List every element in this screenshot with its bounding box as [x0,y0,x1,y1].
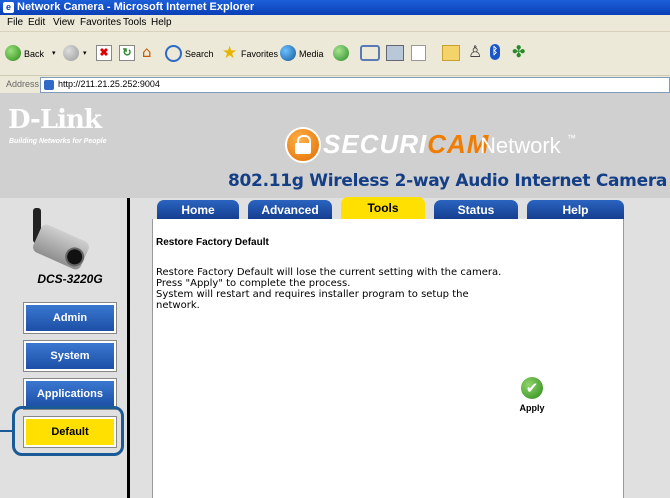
sidebar-admin-button[interactable]: Admin [23,302,117,334]
window-title: Network Camera - Microsoft Internet Expl… [17,1,255,13]
media-icon[interactable] [280,45,296,61]
apply-check-icon[interactable]: ✔ [521,377,543,399]
menu-file[interactable]: File [7,15,23,31]
tab-home[interactable]: Home [157,200,239,219]
print-icon[interactable] [386,45,404,61]
menu-favorites[interactable]: Favorites [80,15,121,31]
apply-button-label[interactable]: Apply [516,403,548,413]
product-subtitle: 802.11g Wireless 2-way Audio Internet Ca… [228,171,668,191]
camera-model: DCS-3220G [37,272,103,286]
description-line-2: Press "Apply" to complete the process. [156,278,351,289]
history-icon[interactable] [333,45,349,61]
tab-advanced[interactable]: Advanced [248,200,332,219]
toolbar: Back ▾ ▾ ✖ ↻ ⌂ Search ★ Favorites Media … [0,32,670,76]
ie-icon: e [3,2,14,13]
back-dropdown-icon[interactable]: ▾ [52,43,56,65]
sidebar-applications-button[interactable]: Applications [23,378,117,410]
securicam-logo: SECURICAM [323,129,489,160]
address-url: http://211.21.25.252:9004 [58,79,160,89]
window-title-bar: e Network Camera - Microsoft Internet Ex… [0,0,670,15]
address-bar: Address http://211.21.25.252:9004 [0,76,670,94]
securicam-logo-part1: SECURI [323,129,428,159]
page-title: Restore Factory Default [156,237,269,248]
search-button-label[interactable]: Search [185,43,214,65]
favorites-star-icon[interactable]: ★ [222,43,237,63]
refresh-icon[interactable]: ↻ [119,45,135,61]
search-icon[interactable] [165,45,182,62]
description-line-1: Restore Factory Default will lose the cu… [156,267,502,278]
content-panel: Restore Factory Default Restore Factory … [152,219,624,498]
description-line-4: network. [156,300,200,311]
edit-page-icon[interactable] [411,45,426,61]
page-icon [44,80,54,90]
menu-edit[interactable]: Edit [28,15,45,31]
users-icon[interactable]: ✤ [512,42,525,61]
folder-icon[interactable] [442,45,460,61]
highlight-callout [12,406,124,456]
menu-bar: File Edit View Favorites Tools Help [0,15,670,32]
mail-icon[interactable] [360,45,380,61]
address-label: Address [6,79,40,89]
page-header: D-Link Building Networks for People SECU… [0,93,670,198]
forward-dropdown-icon[interactable]: ▾ [83,43,87,65]
messenger-icon[interactable]: ♙ [468,42,482,61]
forward-icon[interactable] [63,45,79,61]
dlink-tagline: Building Networks for People [9,138,107,145]
bluetooth-icon[interactable]: ᛒ [490,44,500,60]
dlink-logo: D-Link [8,105,102,135]
home-icon[interactable]: ⌂ [142,44,158,60]
address-input[interactable]: http://211.21.25.252:9004 [40,77,670,93]
callout-leader-line [0,430,12,432]
trademark-symbol: ™ [567,133,576,143]
menu-view[interactable]: View [53,15,75,31]
tab-help[interactable]: Help [527,200,624,219]
tab-status[interactable]: Status [434,200,518,219]
sidebar-system-button[interactable]: System [23,340,117,372]
back-button-label[interactable]: Back [24,43,44,65]
network-wordmark: Network [480,133,561,158]
menu-tools[interactable]: Tools [123,15,146,31]
media-button-label[interactable]: Media [299,43,324,65]
stop-icon[interactable]: ✖ [96,45,112,61]
lock-icon [285,127,321,163]
back-icon[interactable] [5,45,21,61]
tab-tools[interactable]: Tools [341,197,425,219]
favorites-button-label[interactable]: Favorites [241,43,278,65]
description-line-3: System will restart and requires install… [156,289,469,300]
menu-help[interactable]: Help [151,15,172,31]
